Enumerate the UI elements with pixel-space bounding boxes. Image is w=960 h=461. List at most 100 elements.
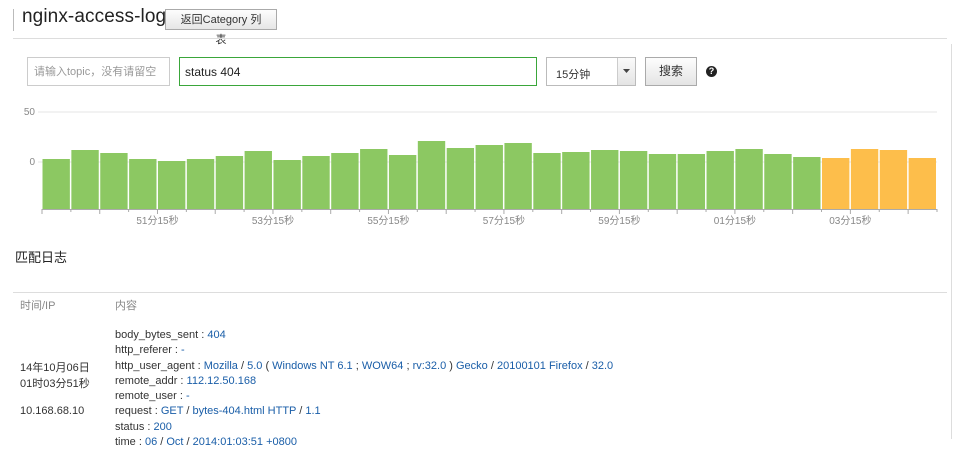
time-range-select[interactable]: 15分钟: [546, 57, 636, 86]
log-date: 14年10月06日: [20, 362, 90, 374]
histogram-bar: [42, 159, 70, 209]
log-separator: /: [183, 436, 193, 449]
select-arrow[interactable]: [617, 58, 635, 85]
histogram-bar: [533, 153, 561, 209]
log-time: 01时03分51秒: [20, 378, 90, 390]
topic-input[interactable]: [27, 57, 170, 86]
log-value-link[interactable]: Windows NT 6.1: [272, 360, 353, 372]
x-tick-label: 03分15秒: [829, 214, 871, 227]
log-content: body_bytes_sent : 404 http_referer : - htt…: [115, 328, 613, 450]
log-ip: 10.168.68.10: [20, 405, 85, 417]
histogram-bar: [677, 154, 706, 209]
log-field-status: status : 200: [115, 420, 613, 435]
log-field-remote-user: remote_user : -: [115, 389, 613, 404]
log-field-key: time: [115, 436, 136, 449]
histogram-bar: [706, 151, 734, 209]
histogram-bar: [793, 157, 821, 209]
histogram-bar: [879, 150, 908, 209]
log-value-link[interactable]: bytes-404.html HTTP: [192, 405, 296, 417]
log-value-link[interactable]: 5.0: [247, 360, 262, 372]
histogram-bar: [302, 156, 330, 209]
log-value-link[interactable]: -: [181, 344, 185, 356]
histogram-bar: [735, 149, 763, 209]
help-icon[interactable]: ?: [706, 66, 717, 77]
log-separator: /: [296, 405, 306, 418]
log-separator: /: [157, 436, 167, 449]
log-value-link[interactable]: Mozilla: [204, 360, 238, 372]
log-field-colon: :: [144, 420, 154, 433]
histogram-bar: [619, 151, 648, 209]
histogram-bar: [764, 154, 792, 209]
log-separator: (: [262, 359, 273, 372]
log-separator: /: [237, 359, 248, 372]
log-value-link[interactable]: -: [186, 390, 190, 402]
log-separator: ): [446, 359, 456, 372]
log-field-request: request : GET / bytes-404.html HTTP / 1.…: [115, 404, 613, 419]
log-separator: /: [582, 359, 592, 372]
log-field-key: remote_addr: [115, 374, 178, 387]
back-to-category-button[interactable]: 返回Category 列表: [165, 9, 277, 46]
log-field-colon: :: [198, 329, 208, 341]
log-field-colon: :: [177, 374, 187, 387]
log-field-key: http_referer: [115, 344, 172, 357]
histogram-bar: [446, 148, 475, 209]
histogram-bar: [100, 153, 128, 209]
log-value-link[interactable]: 2014:01:03:51 +0800: [193, 436, 297, 448]
log-value-link[interactable]: 1.1: [305, 405, 320, 417]
histogram-bar: [908, 158, 936, 209]
log-value-link[interactable]: GET: [161, 405, 183, 417]
histogram-bar: [71, 150, 99, 209]
log-field-time: time : 06 / Oct / 2014:01:03:51 +0800: [115, 435, 613, 450]
log-value-link[interactable]: 404: [207, 329, 225, 341]
histogram-bar: [273, 160, 301, 209]
x-tick-label: 01分15秒: [714, 214, 756, 227]
log-value-link[interactable]: 200: [154, 421, 172, 433]
log-field-colon: :: [171, 344, 182, 357]
histogram-bar: [591, 150, 619, 209]
log-value-link[interactable]: 32.0: [592, 360, 613, 372]
log-separator: ;: [403, 359, 413, 372]
histogram-bar: [417, 141, 446, 209]
histogram-bar: [388, 155, 417, 209]
x-tick-label: 53分15秒: [252, 214, 294, 227]
log-field-colon: :: [151, 405, 161, 418]
log-field-key: http_user_agent: [115, 359, 195, 372]
log-value-link[interactable]: WOW64: [362, 360, 404, 372]
column-header-time-ip: 时间/IP: [20, 300, 56, 312]
log-field-remote-addr: remote_addr : 112.12.50.168: [115, 374, 613, 389]
log-value-link[interactable]: Gecko: [456, 360, 488, 372]
query-input[interactable]: [179, 57, 537, 86]
column-header-content: 内容: [115, 300, 137, 312]
histogram-chart: 50 0 51分15秒 53分15秒 55分15秒 57分15秒 59分15秒 01分15秒 0…: [24, 107, 938, 227]
log-value-link[interactable]: 06: [145, 436, 157, 448]
log-field-key: request: [115, 405, 152, 418]
log-value-link[interactable]: 112.12.50.168: [187, 375, 257, 387]
log-separator: ;: [352, 359, 362, 372]
log-value-link[interactable]: rv:32.0: [413, 360, 447, 372]
header-divider: [13, 38, 947, 39]
log-field-key: remote_user: [115, 390, 177, 403]
histogram-bar: [475, 145, 503, 209]
search-button[interactable]: 搜索: [645, 57, 697, 86]
chevron-down-icon: [623, 69, 630, 73]
histogram-bar: [186, 159, 215, 209]
x-tick-label: 55分15秒: [367, 214, 409, 227]
histogram-bar: [331, 153, 359, 209]
histogram-bar: [648, 154, 677, 209]
log-field-colon: :: [135, 436, 145, 449]
histogram-bar: [244, 151, 272, 209]
histogram-bar: [850, 149, 879, 209]
histogram-bar: [360, 149, 388, 209]
y-tick-label: 0: [29, 157, 35, 168]
log-field-key: body_bytes_sent: [115, 329, 199, 341]
log-field-body-bytes-sent: body_bytes_sent : 404: [115, 328, 613, 343]
log-value-link[interactable]: Oct: [166, 436, 183, 448]
histogram-bar: [215, 156, 244, 209]
y-tick-label: 50: [24, 107, 36, 118]
x-tick-label: 59分15秒: [598, 214, 640, 227]
time-range-value: 15分钟: [556, 69, 591, 81]
log-value-link[interactable]: 20100101 Firefox: [497, 360, 583, 372]
log-field-http-referer: http_referer : -: [115, 343, 613, 358]
log-field-http-user-agent: http_user_agent : Mozilla / 5.0 ( Window…: [115, 359, 613, 374]
histogram-bar: [504, 143, 532, 209]
